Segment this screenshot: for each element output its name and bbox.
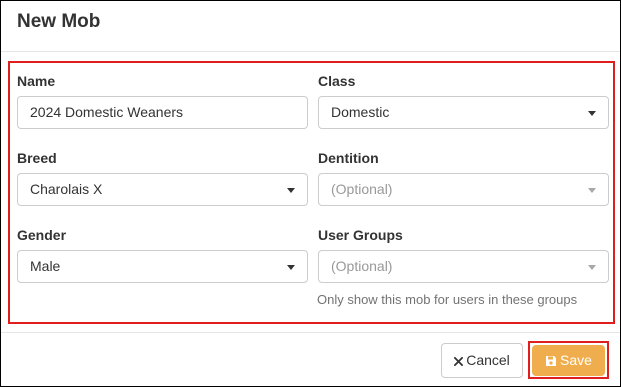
- floppy-disk-icon: [546, 356, 557, 367]
- class-select-value: Domestic: [331, 104, 390, 120]
- class-label: Class: [318, 73, 356, 89]
- caret-down-icon: [588, 111, 596, 116]
- user-groups-label: User Groups: [318, 227, 403, 243]
- gender-label: Gender: [17, 227, 67, 243]
- modal-header: New Mob: [1, 1, 620, 52]
- close-icon: [454, 356, 464, 366]
- cancel-button[interactable]: Cancel: [441, 343, 523, 378]
- name-input[interactable]: 2024 Domestic Weaners: [17, 96, 308, 129]
- name-input-value: 2024 Domestic Weaners: [30, 104, 184, 120]
- dentition-select[interactable]: (Optional): [318, 173, 609, 206]
- caret-down-icon: [588, 265, 596, 270]
- user-groups-placeholder: (Optional): [331, 258, 393, 274]
- name-label: Name: [17, 73, 56, 89]
- breed-select-value: Charolais X: [30, 181, 103, 197]
- gender-select[interactable]: Male: [17, 250, 308, 283]
- footer-divider: [1, 332, 620, 333]
- new-mob-dialog: New Mob Name 2024 Domestic Weaners Class…: [0, 0, 621, 387]
- cancel-button-label: Cancel: [466, 352, 510, 368]
- class-select[interactable]: Domestic: [318, 96, 609, 129]
- breed-label: Breed: [17, 150, 57, 166]
- save-button[interactable]: Save: [532, 345, 605, 376]
- user-groups-select[interactable]: (Optional): [318, 250, 609, 283]
- dentition-label: Dentition: [318, 150, 379, 166]
- dentition-placeholder: (Optional): [331, 181, 393, 197]
- user-groups-help-text: Only show this mob for users in these gr…: [317, 292, 578, 307]
- modal-title: New Mob: [17, 11, 101, 32]
- save-button-label: Save: [560, 352, 592, 368]
- gender-select-value: Male: [30, 258, 61, 274]
- caret-down-icon: [287, 265, 295, 270]
- breed-select[interactable]: Charolais X: [17, 173, 308, 206]
- caret-down-icon: [287, 188, 295, 193]
- caret-down-icon: [588, 188, 596, 193]
